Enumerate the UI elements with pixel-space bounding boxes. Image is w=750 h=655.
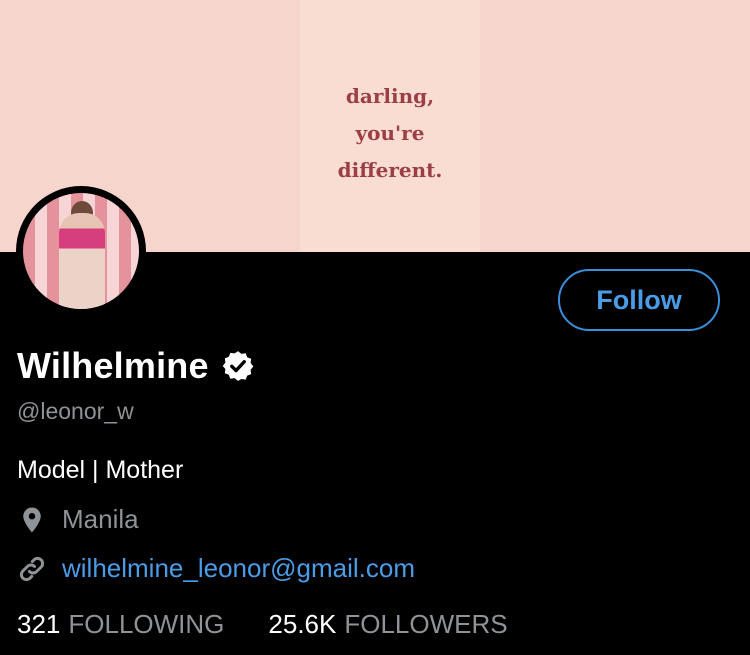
avatar-frame[interactable] [16,186,146,316]
following-count: 321 [17,609,61,639]
verified-badge-icon [222,351,254,381]
link-chain-icon [19,556,45,581]
profile-link-url[interactable]: wilhelmine_leonor@gmail.com [62,553,415,584]
following-stat[interactable]: 321 FOLLOWING [17,609,224,640]
profile-handle: @leonor_w [17,398,134,424]
followers-stat[interactable]: 25.6K FOLLOWERS [268,609,507,640]
profile-name: Wilhelmine [17,345,209,386]
location-pin-icon [23,507,41,532]
profile-bio: Model | Mother [17,456,184,484]
banner-quote: darling, you're different. [300,78,480,189]
followers-label: FOLLOWERS [344,609,508,639]
profile-stats: 321 FOLLOWING 25.6K FOLLOWERS [17,609,508,640]
follow-button[interactable]: Follow [558,269,720,331]
avatar[interactable] [23,193,139,309]
profile-link: wilhelmine_leonor@gmail.com [17,553,415,584]
avatar-figure-body [59,213,105,309]
location-text: Manila [62,504,139,534]
followers-count: 25.6K [268,609,337,639]
profile-location: Manila [17,504,139,535]
banner-quote-line-3: different. [337,158,443,182]
following-label: FOLLOWING [68,609,225,639]
profile-name-row: Wilhelmine [17,345,255,387]
banner-quote-line-2: you're [355,121,425,145]
banner-quote-line-1: darling, [345,84,435,108]
